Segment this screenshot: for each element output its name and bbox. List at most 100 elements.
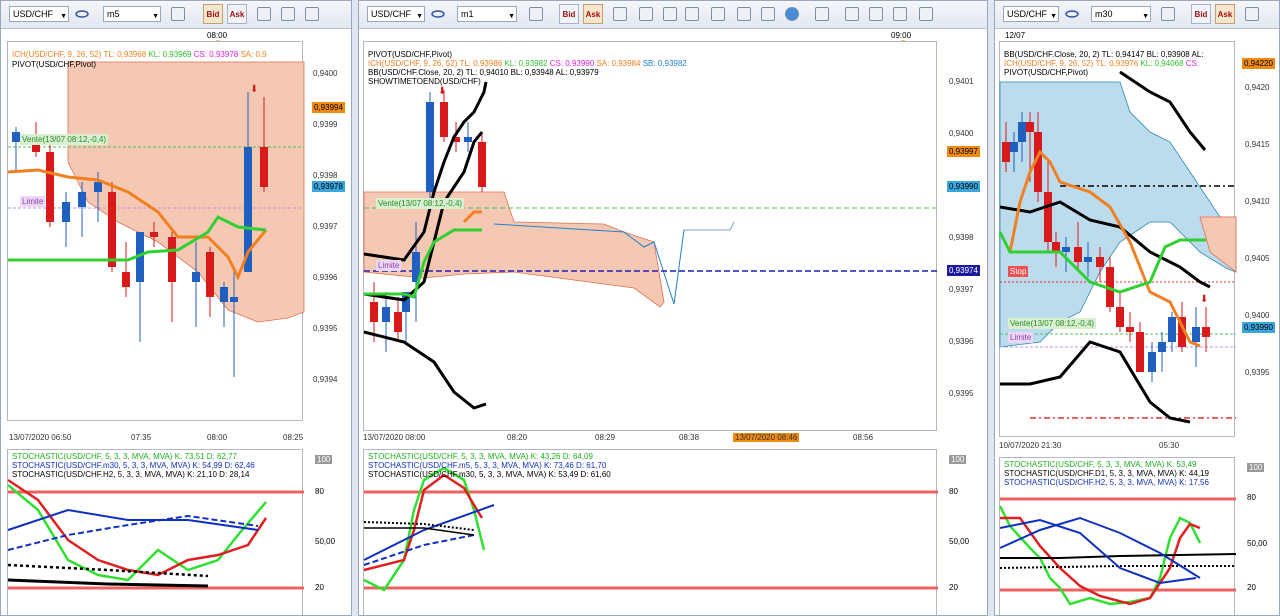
- link-icon[interactable]: [431, 7, 445, 21]
- price-chart[interactable]: ⬇ PIVOT(USD/CHF,Pivot) ICH(USD/CHF, 9, 2…: [363, 41, 938, 431]
- time-tick: 10/07/2020 21:30: [999, 441, 1062, 450]
- scroll-icon[interactable]: [737, 7, 751, 21]
- price-tag: 0,93994: [312, 102, 345, 113]
- zoom-in-icon[interactable]: [613, 7, 627, 21]
- price-tick: 0,9395: [949, 389, 974, 398]
- candle: [1062, 247, 1070, 252]
- time-tick: 08:38: [679, 433, 700, 442]
- price-tick: 0,9397: [949, 285, 974, 294]
- sell-order-label[interactable]: Vente(13/07 08:12,-0,4): [1008, 318, 1097, 329]
- candle: [260, 147, 268, 187]
- candle: [1158, 342, 1166, 352]
- stochastic-panel[interactable]: STOCHASTIC(USD/CHF, 5, 3, 3, MVA, MVA) K…: [7, 449, 304, 615]
- indicator-legend: ICH(USD/CHF, 9, 26, 52) TL: 0,93986 KL: …: [368, 59, 687, 68]
- stochastic-m5-d-line: [363, 534, 475, 566]
- legend-item: TL: 0,93968: [103, 50, 149, 59]
- sell-order-label[interactable]: Vente(13/07 08:12,-0,4): [20, 134, 109, 145]
- stop-order-label[interactable]: Stop: [1008, 266, 1029, 277]
- timeframe-value: m5: [107, 9, 120, 19]
- chart-type-icon[interactable]: [171, 7, 185, 21]
- screenshot-icon[interactable]: [845, 7, 859, 21]
- ask-button[interactable]: Ask: [583, 4, 603, 24]
- time-tick: 08:20: [507, 433, 528, 442]
- stochastic-panel[interactable]: STOCHASTIC(USD/CHF, 5, 3, 3, MVA, MVA) K…: [998, 457, 1237, 615]
- sell-order-label[interactable]: Vente(13/07 08:12,-0,4): [376, 198, 465, 209]
- price-tick: 0,9398: [313, 171, 338, 180]
- link-icon[interactable]: [75, 7, 89, 21]
- candle: [230, 297, 238, 302]
- price-axis: 0,9400 0,9399 0,9398 0,9397 0,9396 0,9395 0,93…: [307, 41, 351, 421]
- indicator-legend: ICH(USD/CHF, 9, 26, 52) TL: 0,93968 KL: …: [12, 50, 267, 59]
- ask-button[interactable]: Ask: [227, 4, 247, 24]
- legend-item: CS: 0,93990: [549, 59, 597, 68]
- price-axis: 0,9420 0,9415 0,9410 0,9405 0,9400 0,9395: [1239, 41, 1279, 437]
- candle: [382, 307, 390, 322]
- candle: [1192, 327, 1200, 342]
- indicator-icon[interactable]: [685, 7, 699, 21]
- ask-button[interactable]: Ask: [1215, 4, 1235, 24]
- symbol-value: USD/CHF: [371, 9, 411, 19]
- candle: [1026, 122, 1034, 132]
- candle: [78, 192, 86, 207]
- stochastic-legend-item: STOCHASTIC(USD/CHF.m30, 5, 3, 3, MVA, MV…: [12, 461, 255, 470]
- symbol-select[interactable]: USD/CHF ▼: [367, 6, 425, 22]
- zoom-in-icon[interactable]: [257, 7, 271, 21]
- time-tick: 08:56: [853, 433, 874, 442]
- candle: [1044, 192, 1052, 242]
- price-axis: 0,94010,94000,93990,93980,93970,93960,93…: [943, 41, 987, 431]
- timeframe-select[interactable]: m1 ▼: [457, 6, 517, 22]
- template-icon[interactable]: [711, 7, 725, 21]
- ichimoku-cloud: [67, 61, 305, 323]
- chart-type-icon[interactable]: [529, 7, 543, 21]
- indicator-legend: ICH(USD/CHF, 9, 26, 52) TL: 0,93976 KL: …: [1004, 59, 1199, 68]
- stochastic-tick: 100: [949, 455, 967, 464]
- zoom-reset-icon[interactable]: [305, 7, 319, 21]
- legend-item: CS: 0,93978: [193, 50, 241, 59]
- chart-window-m30: USD/CHF ▼ m30 ▼ Bid Ask 12/07 ⬇ BB(USD/CHF…: [994, 0, 1280, 616]
- zoom-out-icon[interactable]: [281, 7, 295, 21]
- bid-button[interactable]: Bid: [203, 4, 223, 24]
- stochastic-h2-k-line: [7, 578, 209, 588]
- candle: [440, 102, 448, 137]
- bb-legend: BB(USD/CHF.Close, 20, 2) TL: 0,94010 BL:…: [368, 68, 599, 77]
- zoom-in-icon[interactable]: [1245, 7, 1259, 21]
- zoom-reset-icon[interactable]: [663, 7, 677, 21]
- limit-order-label[interactable]: Limite: [376, 260, 402, 271]
- candle: [1096, 257, 1104, 267]
- toolbar: USD/CHF ▼ m5 ▼ Bid Ask: [1, 1, 351, 29]
- draw-icon[interactable]: [761, 7, 775, 21]
- magnet-icon[interactable]: [893, 7, 907, 21]
- symbol-select[interactable]: USD/CHF ▼: [1003, 6, 1059, 22]
- limit-order-label[interactable]: Limite: [1008, 332, 1034, 343]
- bid-button[interactable]: Bid: [559, 4, 579, 24]
- candle: [1010, 142, 1018, 152]
- symbol-select[interactable]: USD/CHF ▼: [9, 6, 69, 22]
- candle: [206, 252, 214, 297]
- price-chart[interactable]: ⬇ ICH(USD/CHF, 9, 26, 52) TL: 0,93968 KL…: [7, 41, 305, 421]
- legend-item: SA: 0,9: [240, 50, 267, 59]
- stochastic-tick: 80: [949, 487, 958, 496]
- stochastic-panel[interactable]: STOCHASTIC(USD/CHF, 5, 3, 3, MVA, MVA) K…: [363, 449, 938, 615]
- top-time-label: 12/07: [1005, 31, 1026, 40]
- link-icon[interactable]: [1065, 7, 1079, 21]
- crosshair-icon[interactable]: [869, 7, 883, 21]
- price-tick: 0,9415: [1245, 140, 1270, 149]
- toolbar: USD/CHF ▼ m1 ▼ Bid Ask: [359, 1, 987, 29]
- menu-icon[interactable]: [919, 7, 933, 21]
- price-tick: 0,9400: [949, 129, 974, 138]
- pivot-price-tag: 0,93974: [947, 265, 980, 276]
- chevron-down-icon: ▼: [1050, 13, 1057, 20]
- timeframe-value: m30: [1095, 9, 1113, 19]
- pencil-icon[interactable]: [815, 7, 829, 21]
- limit-order-label[interactable]: Limite: [20, 196, 46, 207]
- timeframe-select[interactable]: m30 ▼: [1091, 6, 1151, 22]
- bid-button[interactable]: Bid: [1191, 4, 1211, 24]
- price-tick: 0,9396: [949, 337, 974, 346]
- timeframe-select[interactable]: m5 ▼: [103, 6, 161, 22]
- chart-type-icon[interactable]: [1161, 7, 1175, 21]
- candle: [1084, 257, 1092, 262]
- price-chart[interactable]: ⬇ BB(USD/CHF.Close, 20, 2) TL: 0,94147 B…: [998, 41, 1237, 437]
- zoom-out-icon[interactable]: [639, 7, 653, 21]
- globe-icon[interactable]: [785, 7, 799, 21]
- time-cursor-label: 13/07/2020 08:46: [733, 433, 800, 442]
